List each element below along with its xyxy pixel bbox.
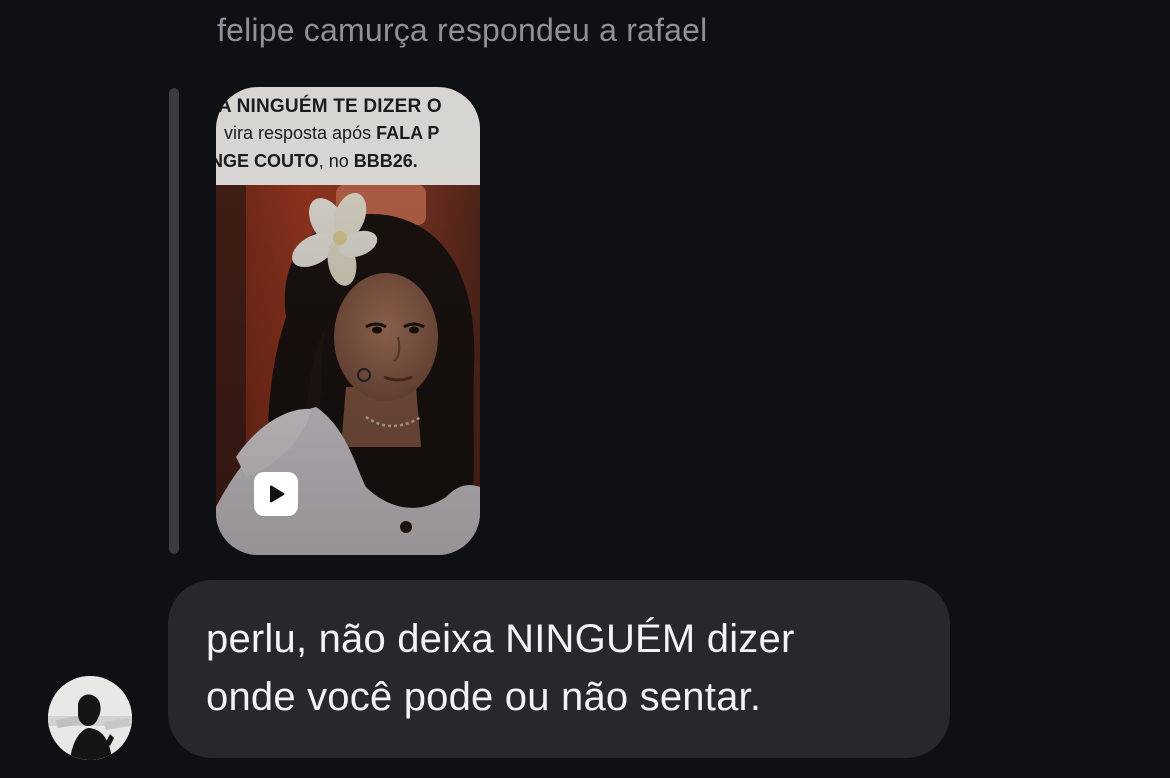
sender-avatar[interactable] — [48, 676, 132, 760]
caption-line-2-bold: FALA P — [376, 123, 440, 143]
reply-indicator-bar — [169, 88, 179, 554]
play-triangle-icon — [270, 485, 285, 503]
message-text: perlu, não deixa NINGUÉM dizer onde você… — [206, 610, 926, 726]
replied-video-thumbnail[interactable]: RA NINGUÉM TE DIZER O vira resposta após… — [216, 87, 480, 555]
play-icon[interactable] — [254, 472, 298, 516]
caption-line-2-text: vira resposta após — [224, 123, 377, 143]
caption-line-3-tag: BBB26. — [353, 151, 418, 171]
message-line-1: perlu, não deixa NINGUÉM dizer — [206, 617, 795, 661]
caption-line-3-text: , no — [318, 151, 354, 171]
caption-line-3: NGE COUTO, no BBB26. — [216, 151, 418, 172]
reply-context-label: felipe camurça respondeu a rafael — [217, 12, 708, 48]
video-caption-overlay: RA NINGUÉM TE DIZER O vira resposta após… — [216, 87, 480, 185]
profile-silhouette-icon — [48, 676, 132, 760]
caption-line-3-bold: NGE COUTO — [216, 151, 319, 171]
message-bubble[interactable]: perlu, não deixa NINGUÉM dizer onde você… — [168, 580, 950, 758]
caption-line-1: RA NINGUÉM TE DIZER O — [216, 96, 442, 117]
chat-screen: felipe camurça respondeu a rafael RA NIN… — [0, 0, 1170, 778]
caption-line-2: vira resposta após FALA P — [224, 123, 439, 144]
message-line-2: onde você pode ou não sentar. — [206, 675, 762, 719]
